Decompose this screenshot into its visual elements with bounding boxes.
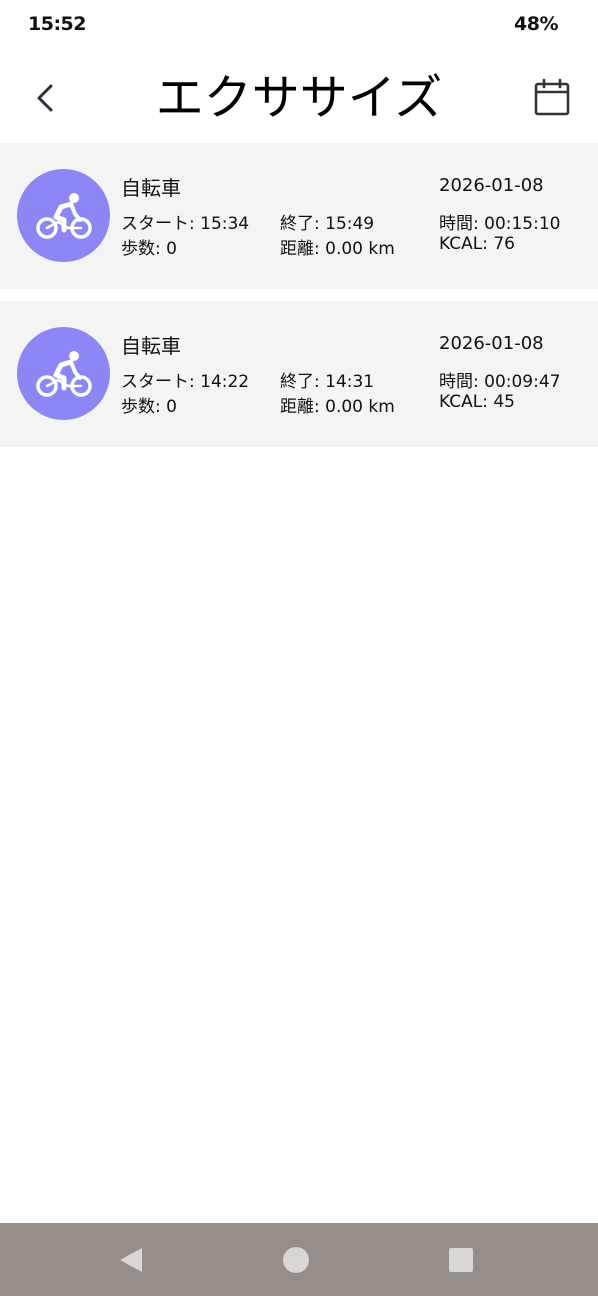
end-time: 終了: 15:49: [280, 214, 375, 234]
calendar-icon: [534, 78, 570, 116]
status-bar: 15:52 48%: [0, 0, 598, 50]
square-recents-icon: [449, 1248, 473, 1272]
activity-name: 自転車: [121, 334, 181, 358]
bicycle-icon: [35, 350, 92, 397]
calories: KCAL: 76: [439, 234, 515, 254]
nav-back-button[interactable]: [116, 1245, 146, 1275]
page-title: エクササイズ: [155, 70, 443, 126]
activity-date: 2026-01-08: [439, 175, 544, 196]
system-navigation-bar: [0, 1223, 598, 1296]
activity-date: 2026-01-08: [439, 333, 544, 354]
exercise-record-card[interactable]: 自転車 2026-01-08 スタート: 14:22 終了: 14:31 時間:…: [0, 301, 598, 447]
battery-level: 48%: [514, 13, 558, 35]
app-header: エクササイズ: [0, 58, 598, 138]
start-time: スタート: 14:22: [121, 372, 250, 392]
bicycle-icon: [35, 192, 92, 239]
activity-avatar: [17, 327, 110, 420]
distance: 距離: 0.00 km: [280, 239, 395, 259]
start-time: スタート: 15:34: [121, 214, 250, 234]
duration: 時間: 00:09:47: [439, 372, 561, 392]
duration: 時間: 00:15:10: [439, 214, 561, 234]
exercise-record-card[interactable]: 自転車 2026-01-08 スタート: 15:34 終了: 15:49 時間:…: [0, 143, 598, 289]
status-time: 15:52: [28, 13, 86, 35]
activity-avatar: [17, 169, 110, 262]
triangle-back-icon: [120, 1248, 142, 1272]
circle-home-icon: [283, 1247, 309, 1273]
calendar-button[interactable]: [532, 78, 572, 118]
step-count: 歩数: 0: [121, 239, 177, 259]
calories: KCAL: 45: [439, 392, 515, 412]
nav-home-button[interactable]: [281, 1245, 311, 1275]
activity-name: 自転車: [121, 176, 181, 200]
step-count: 歩数: 0: [121, 397, 177, 417]
end-time: 終了: 14:31: [280, 372, 375, 392]
exercise-record-list: 自転車 2026-01-08 スタート: 15:34 終了: 15:49 時間:…: [0, 143, 598, 459]
nav-recents-button[interactable]: [446, 1245, 476, 1275]
distance: 距離: 0.00 km: [280, 397, 395, 417]
